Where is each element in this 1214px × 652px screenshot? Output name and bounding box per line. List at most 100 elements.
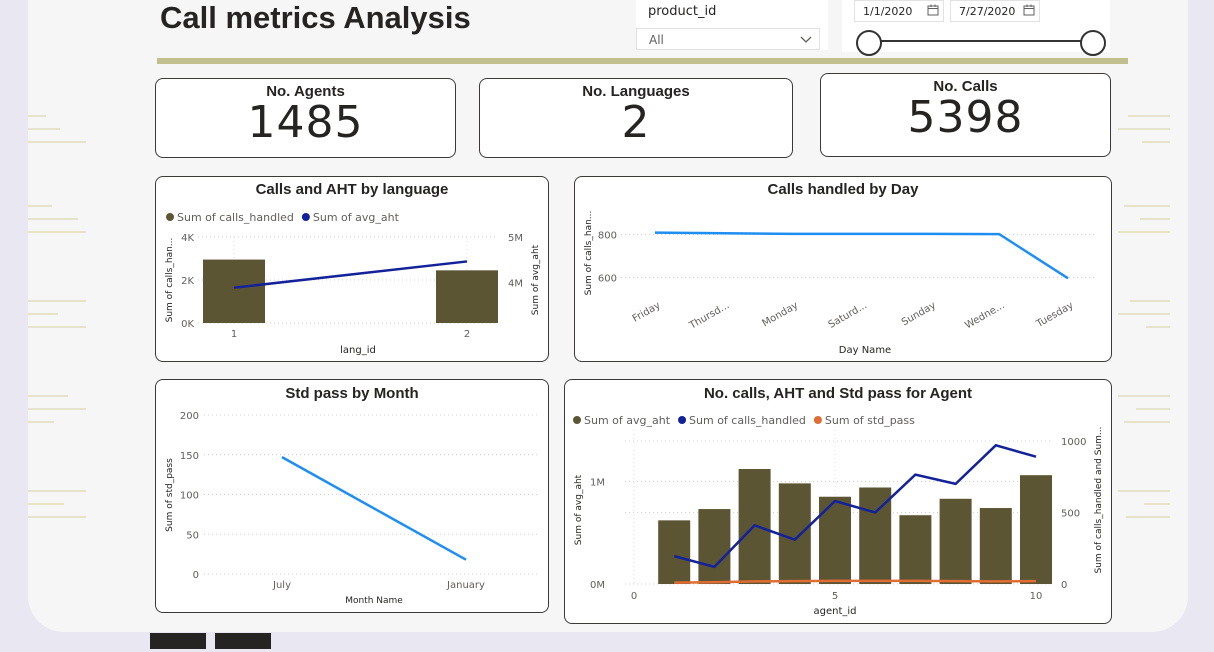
legend-label: Sum of calls_handled <box>177 211 294 224</box>
chevron-down-icon <box>800 36 812 43</box>
x-axis-title: Day Name <box>839 345 891 356</box>
decor-line <box>1144 503 1170 505</box>
y-tick-label: 200 <box>180 411 199 422</box>
x-tick-label: January <box>446 580 485 591</box>
decor-line <box>28 128 60 130</box>
chart-card-agent[interactable]: No. calls, AHT and Std pass for Agent Su… <box>564 379 1112 624</box>
legend-marker <box>573 416 581 424</box>
decor-line <box>28 490 86 492</box>
axis-title: Sum of calls_han... <box>584 211 594 296</box>
axis-title: Sum of avg_aht <box>574 474 584 545</box>
date-slicer: 1/1/2020 7/27/2020 <box>842 0 1110 56</box>
decor-line <box>1118 128 1170 130</box>
decor-line <box>28 115 46 117</box>
y-tick-label: 0K <box>181 319 194 330</box>
end-date-value: 7/27/2020 <box>959 5 1016 18</box>
start-date-input[interactable]: 1/1/2020 <box>854 0 944 22</box>
end-date-input[interactable]: 7/27/2020 <box>950 0 1040 22</box>
start-date-value: 1/1/2020 <box>863 5 913 18</box>
x-tick-label: July <box>272 580 291 591</box>
series-line <box>233 260 468 289</box>
y2-tick-label: 1000 <box>1061 437 1086 448</box>
x-tick-label: Thursd... <box>687 300 731 332</box>
kpi-value: 1485 <box>247 97 364 148</box>
date-range-track[interactable] <box>868 40 1090 42</box>
x-tick-label: Monday <box>760 300 800 329</box>
kpi-value: 5398 <box>907 92 1024 143</box>
kpi-value: 2 <box>621 97 651 148</box>
x-tick-label: Tuesday <box>1034 300 1076 330</box>
decor-line <box>1124 205 1170 207</box>
bar <box>819 496 851 584</box>
y2-tick-label: 4M <box>508 278 523 289</box>
x-tick-label: 1 <box>231 329 237 340</box>
bar <box>778 483 811 584</box>
legend-marker <box>813 416 822 424</box>
decor-line <box>28 421 54 423</box>
legend-label: Sum of std_pass <box>825 414 915 427</box>
decor-line <box>28 326 86 328</box>
y-tick-label: 4K <box>181 233 194 244</box>
decor-line <box>1136 408 1170 410</box>
x-tick-label: 10 <box>1030 591 1043 602</box>
decor-line <box>28 205 52 207</box>
end-date-handle[interactable] <box>1080 30 1106 56</box>
decor-line <box>28 503 64 505</box>
series-line <box>654 231 1069 280</box>
bar <box>698 509 731 584</box>
axis-title: Sum of calls_handled and Sum... <box>1094 426 1104 573</box>
x-axis-title: agent_id <box>813 606 856 617</box>
decor-line <box>1146 326 1170 328</box>
kpi-card-agents: No. Agents 1485 <box>155 78 456 158</box>
bar <box>436 270 498 323</box>
decor-line <box>1128 115 1170 117</box>
kpi-card-languages: No. Languages 2 <box>479 78 793 158</box>
calendar-icon[interactable] <box>927 4 939 16</box>
y2-tick-label: 5M <box>508 233 523 244</box>
y-tick-label: 0 <box>193 570 199 581</box>
legend-marker <box>678 416 687 424</box>
legend-marker <box>166 213 174 221</box>
y-tick-label: 50 <box>186 530 199 541</box>
decor-line <box>1140 218 1170 220</box>
bar <box>899 515 932 584</box>
product-slicer-label: product_id <box>648 4 717 19</box>
calendar-icon[interactable] <box>1023 4 1035 16</box>
chart-card-day[interactable]: Calls handled by Day 600 800 Friday Thursd.… <box>574 176 1112 362</box>
decor-line <box>28 300 86 302</box>
x-tick-label: 0 <box>631 591 637 602</box>
y2-tick-label: 0 <box>1061 580 1067 591</box>
header-divider <box>157 58 1128 64</box>
decor-line <box>1118 395 1170 397</box>
chart-card-month[interactable]: Std pass by Month 0 50 100 150 200 July Januar… <box>155 379 549 613</box>
language-chart: Sum of calls_handled Sum of avg_aht 0K 2K 4K… <box>165 211 541 356</box>
axis-title: Sum of std_pass <box>165 458 175 532</box>
x-tick-label: Saturd... <box>827 300 869 331</box>
decor-line <box>28 313 58 315</box>
decor-line <box>28 231 86 233</box>
legend-marker <box>301 213 310 221</box>
y-tick-label: 800 <box>598 230 617 241</box>
page-tab-button[interactable] <box>215 633 271 649</box>
y-tick-label: 0M <box>590 580 605 591</box>
x-tick-label: 5 <box>832 591 838 602</box>
y2-tick-label: 500 <box>1061 509 1080 520</box>
month-chart: 0 50 100 150 200 July January Month Name Sum of … <box>165 411 540 606</box>
x-tick-label: 2 <box>464 329 470 340</box>
bar <box>979 508 1012 584</box>
start-date-handle[interactable] <box>856 30 882 56</box>
kpi-card-calls: No. Calls 5398 <box>820 73 1111 157</box>
page-tab-button[interactable] <box>150 633 206 649</box>
chart-card-language[interactable]: Calls and AHT by language Sum of calls_h… <box>155 176 549 362</box>
x-tick-label: Friday <box>631 300 663 325</box>
decor-line <box>28 395 68 397</box>
decor-line <box>1130 300 1170 302</box>
product-dropdown-value: All <box>649 33 664 47</box>
axis-title: Sum of avg_aht <box>531 244 541 315</box>
decor-line <box>1118 231 1170 233</box>
bar <box>203 259 265 323</box>
decor-line <box>28 516 86 518</box>
page-title: Call metrics Analysis <box>160 0 471 35</box>
product-dropdown[interactable]: All <box>636 28 820 50</box>
day-chart: 600 800 Friday Thursd... Monday Saturd... Sund… <box>584 211 1095 356</box>
